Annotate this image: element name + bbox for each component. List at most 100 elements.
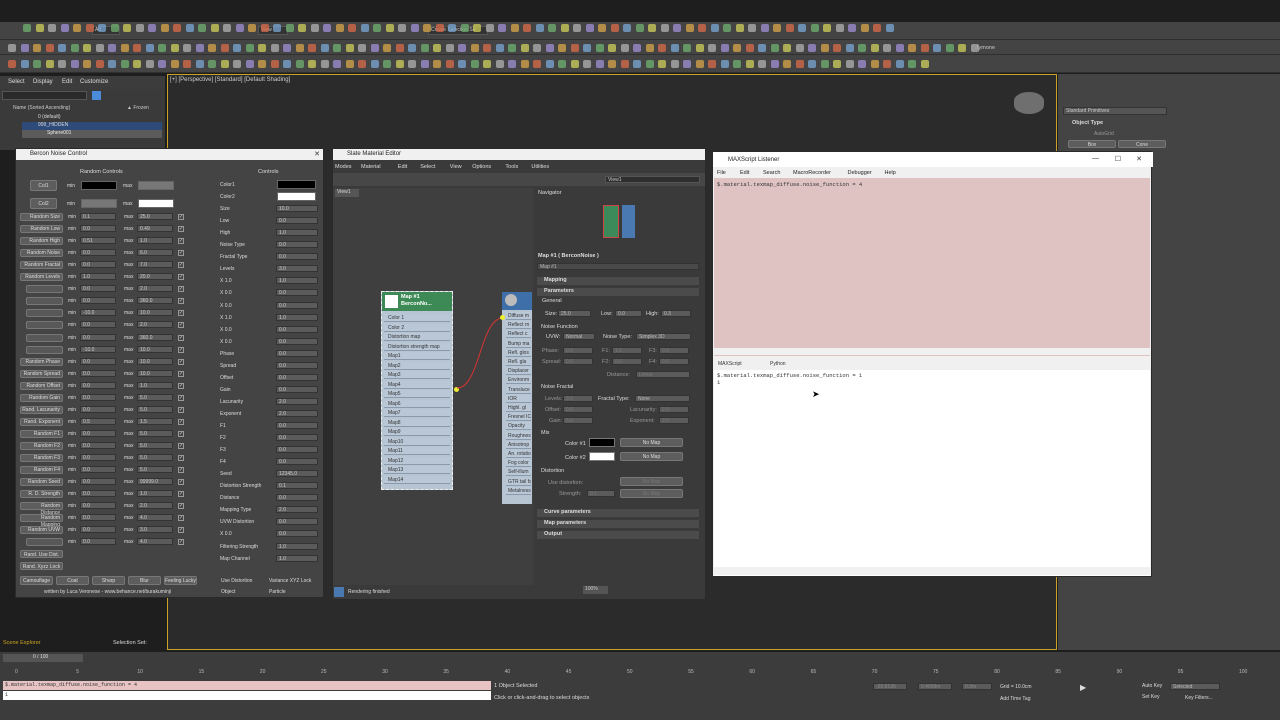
random-row-max-spinner[interactable]: 1.0 [137,381,173,389]
listener-menu-item[interactable]: Debugger [848,170,872,176]
random-row-label-button[interactable]: Random Spread [20,369,63,378]
random-row-min-spinner[interactable]: 0.0 [80,526,116,534]
toolbar-tool-icon[interactable] [858,60,866,68]
map-input-port[interactable]: Map2 [384,361,450,370]
control-row-spinner[interactable]: 1.0 [276,229,318,237]
map-name-field[interactable]: Map #1 [537,263,699,270]
toolbar-tool-icon[interactable] [620,44,629,52]
toolbar-tool-icon[interactable] [323,24,331,32]
random-row-checkbox[interactable]: ✓ [178,394,184,401]
toolbar-tool-icon[interactable] [495,44,504,52]
listener-menu-item[interactable]: File [717,170,726,176]
listener-macro-pane[interactable]: $.material.texmap_diffuse.noise_function… [714,178,1150,356]
toolbar-tool-icon[interactable] [145,44,154,52]
toolbar-tool-icon[interactable] [495,60,504,68]
toolbar-tool-icon[interactable] [33,44,41,52]
slate-menu-item[interactable]: Options [472,164,491,170]
toolbar-tool-icon[interactable] [183,44,191,52]
random-row-min-spinner[interactable]: 0.0 [80,429,116,437]
col2-max-swatch[interactable] [138,199,174,208]
random-row-checkbox[interactable]: ✓ [178,334,184,341]
f2-spinner[interactable]: 0.0 [612,358,642,365]
filter-icon[interactable] [92,91,101,100]
toolbar-tool-icon[interactable] [333,60,341,68]
control-row-spinner[interactable]: 2.0 [276,397,318,405]
random-row-checkbox[interactable]: ✓ [178,491,184,498]
low-spinner[interactable]: 0.0 [615,310,642,317]
random-row-checkbox[interactable]: ✓ [178,442,184,449]
object-type-rollout[interactable]: Object Type [1063,120,1167,128]
toolbar-tool-icon[interactable] [483,44,491,52]
toolbar-tool-icon[interactable] [198,24,206,32]
random-row-checkbox[interactable]: ✓ [178,310,184,317]
random-row-checkbox[interactable]: ✓ [178,298,184,305]
map-input-port[interactable]: Distortion map [384,333,450,341]
axis-toggle-buttons[interactable] [26,285,63,294]
toolbar-tool-icon[interactable] [798,24,806,32]
toolbar-tool-icon[interactable] [895,44,904,52]
high-spinner[interactable]: 0.3 [661,310,691,317]
preset-button[interactable]: Blur [128,576,161,585]
toolbar-tool-icon[interactable] [433,44,441,52]
random-row-min-spinner[interactable]: 0.0 [80,225,116,233]
toolbar-tool-icon[interactable] [808,44,816,52]
exponent-spinner[interactable]: 2.0 [659,417,689,424]
random-row-label-button[interactable]: Random Size [20,213,63,221]
random-row-max-spinner[interactable]: 5.0 [137,454,173,461]
listener-output-pane[interactable]: $.material.texmap_diffuse.noise_function… [714,370,1150,576]
control-row-spinner[interactable]: 1.0 [276,277,318,285]
strength-spinner[interactable]: 0.1 [587,490,615,497]
toolbar-tool-icon[interactable] [98,24,106,32]
noise-type-dropdown[interactable]: Simplex 3D [636,333,691,340]
random-row-checkbox[interactable]: ✓ [178,262,184,269]
toolbar-tool-icon[interactable] [148,24,156,32]
particle-radio[interactable]: Particle [269,589,286,595]
toolbar-tool-icon[interactable] [623,24,631,32]
map-input-port[interactable]: Map9 [384,428,450,436]
scene-explorer-search[interactable] [2,91,87,100]
color1-map-button[interactable]: No Map [620,438,683,447]
fractal-type-dropdown[interactable]: None [635,395,690,402]
toolbar-tool-icon[interactable] [283,60,291,68]
toolbar-tool-icon[interactable] [373,24,381,32]
toolbar-tool-icon[interactable] [470,44,479,52]
control-row-spinner[interactable]: 0.0 [276,217,318,225]
material-input-port[interactable]: Environm [506,376,531,385]
toolbar-tool-icon[interactable] [335,24,344,32]
key-mode-dropdown[interactable]: Selected [1170,683,1220,690]
toolbar-tool-icon[interactable] [383,60,391,68]
toolbar-tool-icon[interactable] [370,60,379,68]
control-row-spinner[interactable]: 0.1 [276,482,318,490]
toolbar-tool-icon[interactable] [773,24,781,32]
random-row-min-spinner[interactable]: 0.0 [80,333,116,341]
mini-listener-input[interactable]: $.material.texmap_diffuse.noise_function… [3,681,491,690]
toolbar-tool-icon[interactable] [220,60,229,68]
map-input-port[interactable]: Map1 [384,352,450,360]
toolbar-tool-icon[interactable] [758,60,766,68]
col2-button[interactable]: Col2 [30,198,57,209]
toolbar-tool-icon[interactable] [670,44,679,52]
random-row-min-spinner[interactable]: 0.0 [80,454,116,461]
toolbar-tool-icon[interactable] [435,24,444,32]
random-row-max-spinner[interactable]: 2.0 [137,502,173,510]
random-row-min-spinner[interactable]: -10.0 [80,345,116,353]
control-row-spinner[interactable]: 2.0 [276,409,318,417]
toolbar-tool-icon[interactable] [635,24,644,32]
listener-menu-item[interactable]: MacroRecorder [793,170,831,176]
rollout-mapping[interactable]: Mapping [537,277,699,285]
set-key-button[interactable]: Set Key [1142,694,1160,700]
col1-max-swatch[interactable] [138,181,174,190]
axis-toggle-buttons[interactable] [26,538,63,547]
toolbar-tool-icon[interactable] [383,44,391,52]
random-row-min-spinner[interactable]: 0.0 [80,393,116,401]
random-row-max-spinner[interactable]: 99999.0 [137,478,173,486]
random-row-label-button[interactable]: Rand. Exponent [20,417,63,426]
random-row-label-button[interactable]: Random Offset [20,381,63,390]
random-row-label-button[interactable]: Random Distance [20,502,63,516]
control-row-spinner[interactable]: 0.0 [276,325,318,333]
random-row-min-spinner[interactable]: 0.0 [80,249,116,257]
toolbar-tool-icon[interactable] [720,60,729,68]
random-row-checkbox[interactable]: ✓ [178,418,184,425]
toolbar-tool-icon[interactable] [508,44,516,52]
random-row-checkbox[interactable]: ✓ [178,515,184,522]
